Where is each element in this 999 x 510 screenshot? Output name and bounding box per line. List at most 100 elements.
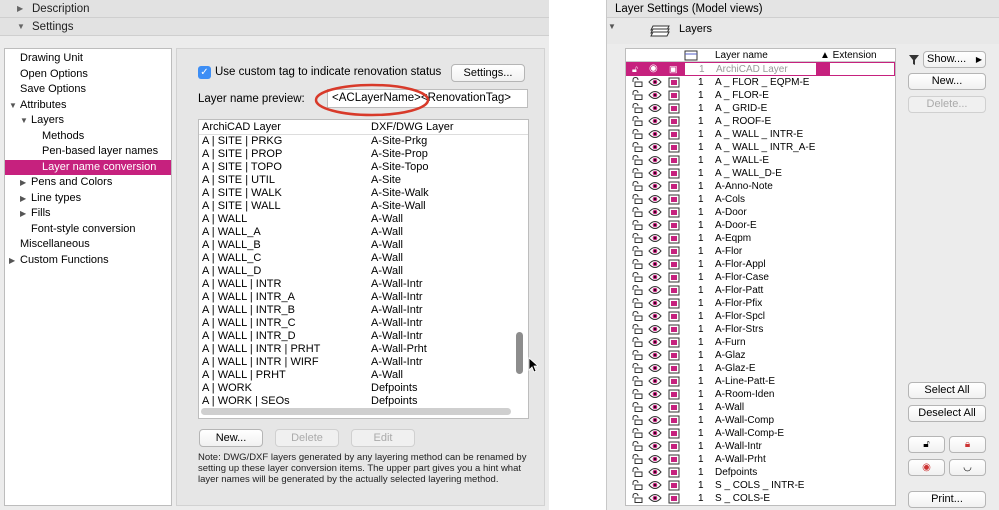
disclosure-down-icon[interactable]: ▼	[17, 18, 25, 36]
tree-item[interactable]: ▶ Pens and Colors	[5, 175, 171, 191]
table-row[interactable]: A | WALL | INTR_A A-Wall-Intr	[199, 291, 528, 304]
layer-row[interactable]: 1 A-Glaz-E	[626, 362, 895, 375]
table-row[interactable]: A | SITE | WALL A-Site-Wall	[199, 200, 528, 213]
table-row[interactable]: A | WALL_B A-Wall	[199, 239, 528, 252]
disclosure-right-icon[interactable]: ▶	[9, 253, 15, 269]
settings-section[interactable]: ▼ Settings	[0, 18, 549, 36]
table-row[interactable]: A | WALL | INTR A-Wall-Intr	[199, 278, 528, 291]
layer-row[interactable]: 1 A-Flor	[626, 245, 895, 258]
table-row[interactable]: A | SITE | PROP A-Site-Prop	[199, 148, 528, 161]
layer-row[interactable]: 1 A-Room-Iden	[626, 388, 895, 401]
layer-row[interactable]: 1 A-Wall-Prht	[626, 453, 895, 466]
layer-row[interactable]: 1 A _ FLOR _ EQPM-E	[626, 76, 895, 89]
table-row[interactable]: A | SITE | WALK A-Site-Walk	[199, 187, 528, 200]
tree-item[interactable]: Layer name conversion	[5, 159, 171, 175]
tree-item[interactable]: Open Options	[5, 67, 171, 83]
column-header-archicad[interactable]: ArchiCAD Layer	[202, 120, 281, 135]
layer-row[interactable]: 1 A-Flor-Patt	[626, 284, 895, 297]
tree-item[interactable]: Pen-based layer names	[5, 144, 171, 160]
table-row[interactable]: A | WORK | SEOs Defpoints	[199, 395, 528, 408]
table-row[interactable]: A | WALL | INTR_D A-Wall-Intr	[199, 330, 528, 343]
table-row[interactable]: A | WALL A-Wall	[199, 213, 528, 226]
layer-row[interactable]: 1 A-Wall-Intr	[626, 440, 895, 453]
table-row[interactable]: A | SITE | TOPO A-Site-Topo	[199, 161, 528, 174]
new-layer-button[interactable]: New...	[908, 73, 986, 90]
filter-icon[interactable]	[909, 55, 919, 65]
layer-row[interactable]: 1 A-Cols	[626, 193, 895, 206]
unlock-button[interactable]: 🔓︎	[908, 436, 945, 453]
layer-flag-icon[interactable]	[668, 493, 680, 505]
layer-row[interactable]: 1 A-Wall-Comp	[626, 414, 895, 427]
table-row[interactable]: A | SITE | PRKG A-Site-Prkg	[199, 135, 528, 148]
disclosure-down-icon[interactable]: ▼	[20, 113, 28, 129]
eye-icon[interactable]: ◉	[649, 62, 658, 75]
disclosure-right-icon[interactable]: ▶	[20, 175, 26, 191]
layer-row[interactable]: 1 A-Anno-Note	[626, 180, 895, 193]
layer-row[interactable]: 1 Defpoints	[626, 466, 895, 479]
table-row[interactable]: A | WALL | PRHT A-Wall	[199, 369, 528, 382]
layer-flag-icon[interactable]: ▣	[669, 63, 678, 76]
scrollbar[interactable]	[516, 332, 523, 374]
layer-row[interactable]: 1 A-Furn	[626, 336, 895, 349]
disclosure-down-icon[interactable]: ▼	[9, 98, 17, 114]
layer-row[interactable]: 1 A-Wall-Comp-E	[626, 427, 895, 440]
new-button[interactable]: New...	[199, 429, 263, 447]
show-dropdown[interactable]: Show.... ▶	[923, 51, 986, 68]
tree-item[interactable]: Methods	[5, 129, 171, 145]
hide-layers-button[interactable]: ◡	[949, 459, 986, 476]
delete-layer-button[interactable]: Delete...	[908, 96, 986, 113]
table-row[interactable]: A | WALL_A A-Wall	[199, 226, 528, 239]
layer-row[interactable]: 1 A _ FLOR-E	[626, 89, 895, 102]
layer-row[interactable]: 1 A-Flor-Strs	[626, 323, 895, 336]
layer-row[interactable]: 1 A-Door	[626, 206, 895, 219]
layer-row[interactable]: 1 A-Flor-Pfix	[626, 297, 895, 310]
tree-item[interactable]: ▶ Custom Functions	[5, 253, 171, 269]
layer-row-selected[interactable]: 🔓︎ ◉ ▣ 1 ArchiCAD Layer	[626, 62, 895, 76]
table-row[interactable]: A | WALL | INTR | PRHT A-Wall-Prht	[199, 343, 528, 356]
delete-button[interactable]: Delete	[275, 429, 339, 447]
column-header-dxf[interactable]: DXF/DWG Layer	[371, 120, 454, 135]
horizontal-scrollbar[interactable]	[201, 408, 511, 415]
tree-item[interactable]: Font-style conversion	[5, 222, 171, 238]
select-all-button[interactable]: Select All	[908, 382, 986, 399]
table-row[interactable]: A | WALL | INTR_B A-Wall-Intr	[199, 304, 528, 317]
layer-row[interactable]: 1 A-Wall	[626, 401, 895, 414]
tree-item[interactable]: ▶ Line types	[5, 191, 171, 207]
table-row[interactable]: A | WALL | INTR | WIRF A-Wall-Intr	[199, 356, 528, 369]
lock-icon[interactable]	[631, 492, 643, 505]
settings-button[interactable]: Settings...	[451, 64, 525, 82]
tree-item[interactable]: ▼ Layers	[5, 113, 171, 129]
tree-item[interactable]: Drawing Unit	[5, 51, 171, 67]
table-row[interactable]: A | SITE | UTIL A-Site	[199, 174, 528, 187]
layer-row[interactable]: 1 A-Flor-Spcl	[626, 310, 895, 323]
layer-row[interactable]: 1 S _ COLS-E	[626, 492, 895, 505]
disclosure-right-icon[interactable]: ▶	[20, 206, 26, 222]
layer-row[interactable]: 1 A _ WALL-E	[626, 154, 895, 167]
collapse-icon[interactable]: ▼	[608, 22, 616, 31]
layer-row[interactable]: 1 A-Eqpm	[626, 232, 895, 245]
layer-row[interactable]: 1 A _ WALL _ INTR_A-E	[626, 141, 895, 154]
layer-row[interactable]: 1 A _ WALL_D-E	[626, 167, 895, 180]
show-layers-button[interactable]: ◉	[908, 459, 945, 476]
tree-item[interactable]: Miscellaneous	[5, 237, 171, 253]
table-row[interactable]: A | WORK Defpoints	[199, 382, 528, 395]
layer-row[interactable]: 1 A-Glaz	[626, 349, 895, 362]
disclosure-right-icon[interactable]: ▶	[20, 191, 26, 207]
layer-row[interactable]: 1 A-Flor-Case	[626, 271, 895, 284]
layer-row[interactable]: 1 A _ ROOF-E	[626, 115, 895, 128]
edit-button[interactable]: Edit	[351, 429, 415, 447]
layer-row[interactable]: 1 A _ GRID-E	[626, 102, 895, 115]
renovation-tag-checkbox[interactable]: ✓	[198, 66, 211, 79]
description-section[interactable]: ▶ Description	[0, 0, 549, 18]
deselect-all-button[interactable]: Deselect All	[908, 405, 986, 422]
column-header-name[interactable]: Layer name	[715, 49, 768, 62]
lock-button[interactable]: 🔒︎	[949, 436, 986, 453]
table-row[interactable]: A | WALL_C A-Wall	[199, 252, 528, 265]
layer-row[interactable]: 1 A _ WALL _ INTR-E	[626, 128, 895, 141]
tree-item[interactable]: Save Options	[5, 82, 171, 98]
layer-icon-header[interactable]	[684, 50, 698, 61]
table-row[interactable]: A | WALL | INTR_C A-Wall-Intr	[199, 317, 528, 330]
table-row[interactable]: A | WALL_D A-Wall	[199, 265, 528, 278]
tree-item[interactable]: ▶ Fills	[5, 206, 171, 222]
layer-row[interactable]: 1 A-Door-E	[626, 219, 895, 232]
